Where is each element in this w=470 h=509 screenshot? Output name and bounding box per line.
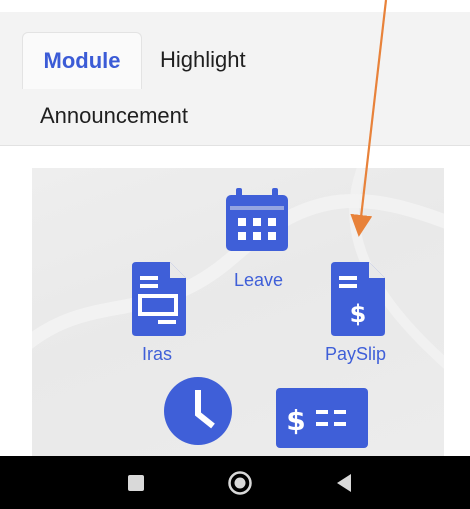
square-icon [128,475,144,491]
top-strip [0,0,470,12]
leave-label: Leave [234,270,284,290]
tab-highlight[interactable]: Highlight [160,32,246,88]
iras-label: Iras [142,344,173,364]
payslip-document-icon: $ [331,262,385,336]
tab-bar: Module Highlight Announcement [0,12,470,146]
recent-apps-button[interactable] [127,474,145,492]
home-button[interactable] [227,470,253,496]
clock-icon [164,377,232,445]
attendance-module[interactable] [163,376,233,456]
tab-announcement[interactable]: Announcement [40,96,188,136]
circle-icon [228,471,252,495]
svg-text:$: $ [350,300,367,328]
back-button[interactable] [334,472,354,494]
money-icon: $ [276,388,368,448]
iras-module[interactable]: Iras [130,262,190,366]
triangle-back-icon [337,474,351,492]
tab-module[interactable]: Module [22,32,142,89]
payslip-label: PaySlip [325,344,387,364]
claim-module[interactable]: $ [276,388,368,456]
document-icon [132,262,186,336]
svg-text:$: $ [286,404,305,437]
leave-module[interactable]: Leave [222,186,292,290]
system-navigation-bar [0,456,470,509]
calendar-icon [226,188,288,251]
payslip-module[interactable]: $ PaySlip [325,262,397,366]
